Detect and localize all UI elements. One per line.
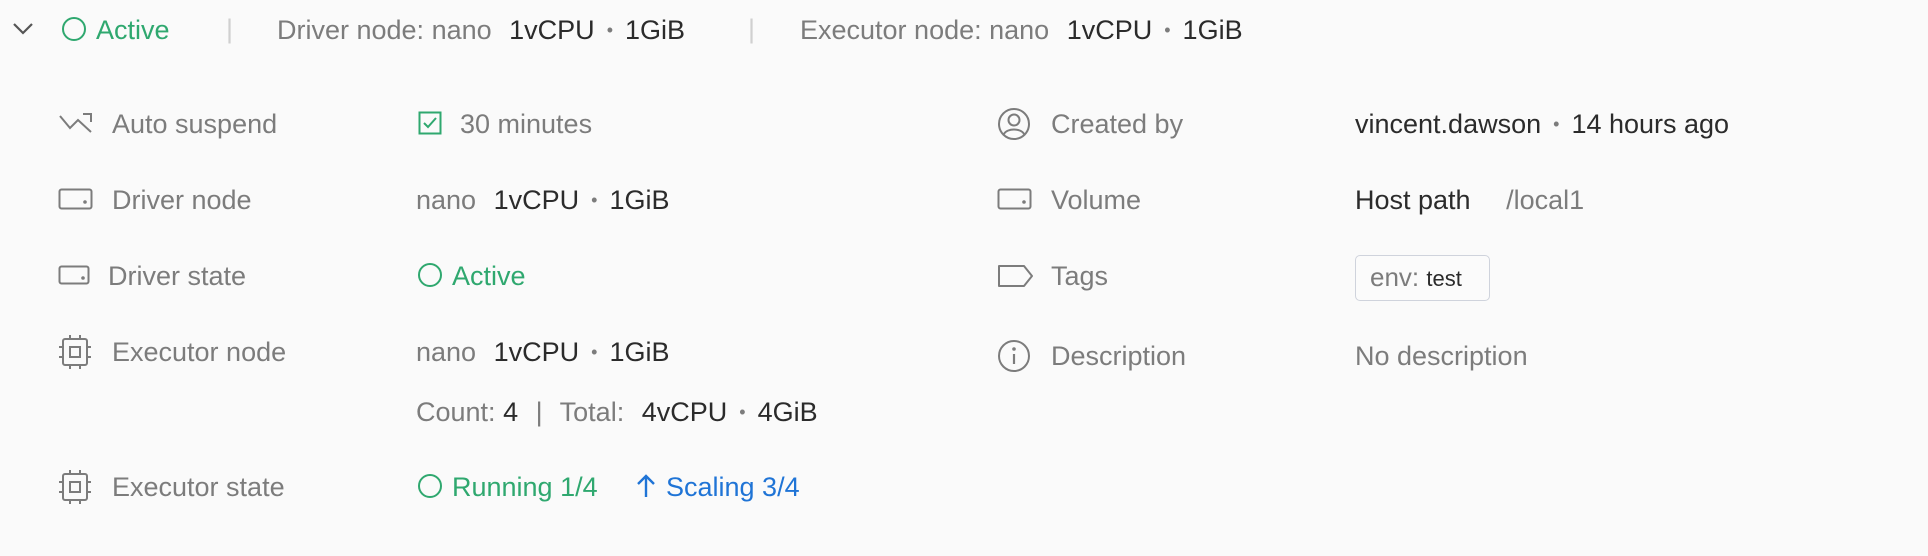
header-driver-node: Driver node: nano 1vCPU • 1GiB xyxy=(277,15,686,45)
header-divider: | xyxy=(226,14,234,44)
tag-chip[interactable]: env: test xyxy=(1355,255,1490,301)
arrow-up-icon xyxy=(637,474,655,497)
driver-state-value: Active xyxy=(418,261,526,292)
server-icon xyxy=(58,265,90,285)
created-by-label: Created by xyxy=(1051,109,1184,139)
server-icon xyxy=(997,188,1032,210)
description-value: No description xyxy=(1355,341,1528,371)
created-by-value: vincent.dawson • 14 hours ago xyxy=(1355,109,1730,139)
chevron-down-icon[interactable] xyxy=(12,22,34,36)
description-label: Description xyxy=(1051,341,1187,371)
executor-node-total: Count: 4 | Total: 4vCPU • 4GiB xyxy=(416,397,818,427)
driver-node-value: nano 1vCPU • 1GiB xyxy=(416,185,670,215)
auto-suspend-icon xyxy=(59,113,92,133)
executor-state-label: Executor state xyxy=(112,472,285,502)
header-status: Active xyxy=(62,15,170,46)
driver-state-label: Driver state xyxy=(108,261,247,291)
status-active-icon xyxy=(62,16,86,41)
user-icon xyxy=(998,108,1030,140)
executor-state-running: Running 1/4 xyxy=(418,472,598,503)
tags-label: Tags xyxy=(1051,261,1109,291)
chip-icon xyxy=(59,470,91,504)
auto-suspend-label: Auto suspend xyxy=(112,109,278,139)
executor-state-scaling: Scaling 3/4 xyxy=(636,472,800,503)
header-divider: | xyxy=(748,14,756,44)
chip-icon xyxy=(59,335,91,369)
header-executor-node: Executor node: nano 1vCPU • 1GiB xyxy=(800,15,1243,45)
executor-node-label: Executor node xyxy=(112,337,287,367)
driver-node-label: Driver node xyxy=(112,185,252,215)
status-active-icon xyxy=(418,262,442,287)
checkbox-icon[interactable] xyxy=(418,111,442,135)
tag-icon xyxy=(998,265,1033,287)
server-icon xyxy=(58,188,93,210)
volume-value: Host path /local1 xyxy=(1355,185,1585,215)
status-running-icon xyxy=(418,473,442,498)
auto-suspend-value: 30 minutes xyxy=(460,109,593,139)
volume-label: Volume xyxy=(1051,185,1142,215)
info-icon xyxy=(998,340,1030,372)
created-by-user[interactable]: vincent.dawson xyxy=(1355,109,1541,139)
executor-node-value: nano 1vCPU • 1GiB xyxy=(416,337,670,367)
